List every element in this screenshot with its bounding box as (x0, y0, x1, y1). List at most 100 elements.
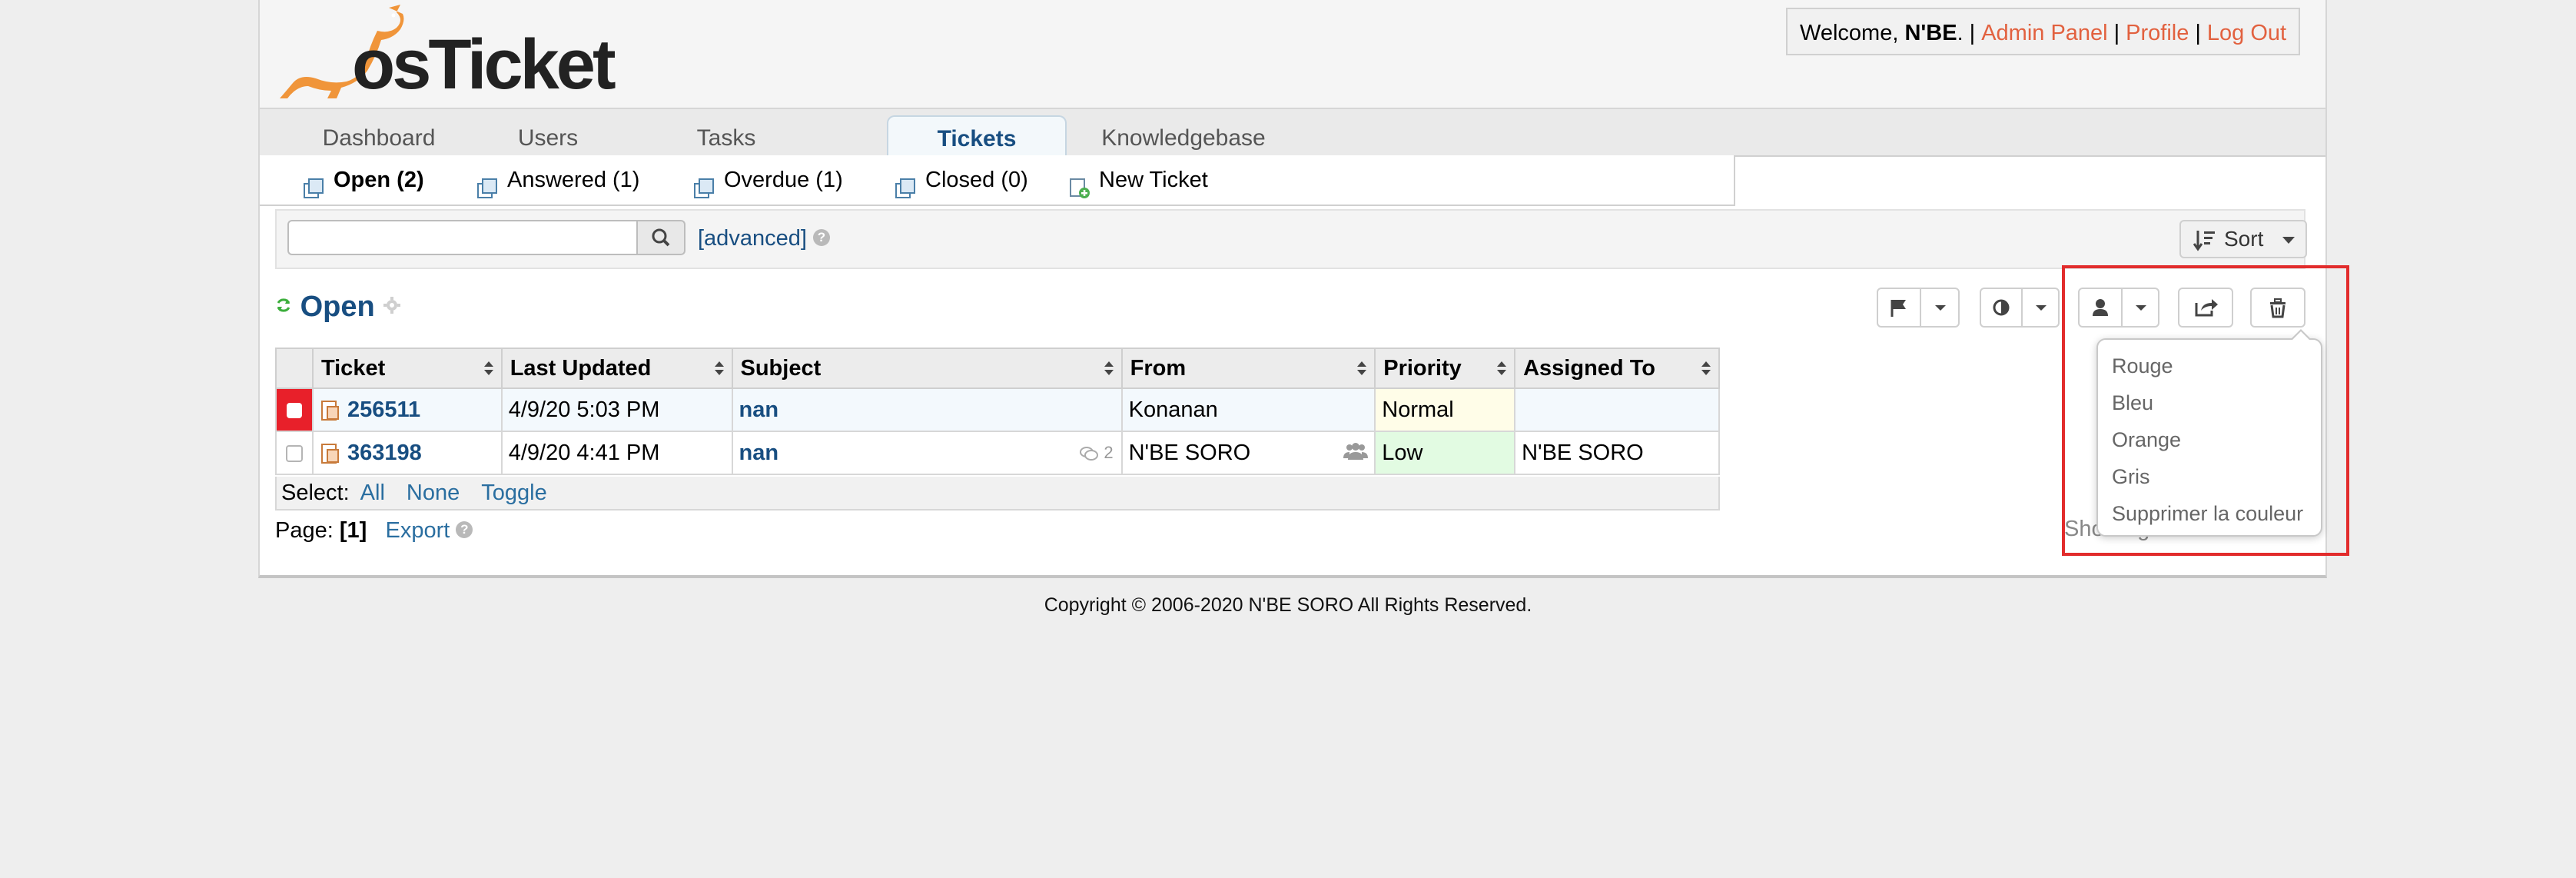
caret-down-icon (2282, 237, 2295, 244)
osticket-logo[interactable]: osTicket (274, 0, 616, 104)
subtab-overdue[interactable]: Overdue (1) (693, 155, 843, 205)
column-header-subject[interactable]: Subject (731, 348, 1123, 389)
column-header-from[interactable]: From (1120, 348, 1376, 389)
help-icon[interactable]: ? (812, 229, 830, 247)
column-label: Last Updated (510, 355, 652, 381)
advanced-label: [advanced] (698, 226, 807, 251)
sort-icon (2193, 231, 2215, 251)
flag-icon (1891, 300, 1906, 317)
row-checkbox[interactable] (286, 402, 302, 418)
subject-cell[interactable]: nan (731, 387, 1123, 432)
tab-dashboard[interactable]: Dashboard (290, 120, 467, 157)
column-label: From (1130, 355, 1187, 381)
search-button[interactable] (636, 220, 685, 255)
table-row[interactable]: 256511 4/9/20 5:03 PM nan Konanan Normal (275, 387, 1720, 432)
column-header-ticket[interactable]: Ticket (311, 348, 503, 389)
current-page[interactable]: [1] (340, 518, 367, 543)
subtab-answered[interactable]: Answered (1) (476, 155, 639, 205)
thread-count-value: 2 (1104, 443, 1114, 462)
search-input[interactable] (287, 220, 636, 255)
caret-down-icon (1935, 305, 1946, 311)
logout-link[interactable]: Log Out (2207, 21, 2286, 45)
tab-users[interactable]: Users (483, 120, 613, 157)
gear-icon[interactable] (383, 296, 401, 314)
sort-arrows-icon (714, 361, 724, 375)
export-link[interactable]: Export (385, 518, 450, 543)
logo-text: osTicket (352, 25, 616, 104)
tab-tasks[interactable]: Tasks (661, 120, 792, 157)
subtab-closed[interactable]: Closed (0) (895, 155, 1028, 205)
column-label: Ticket (320, 355, 386, 381)
contrast-icon (1993, 299, 2010, 316)
flag-button[interactable] (1877, 288, 1960, 328)
select-toggle-link[interactable]: Toggle (481, 481, 546, 505)
select-all-link[interactable]: All (360, 481, 385, 505)
tab-knowledgebase[interactable]: Knowledgebase (1091, 120, 1276, 157)
table-header-row: Ticket Last Updated Subject From Priorit… (275, 348, 1720, 389)
column-label: Subject (740, 355, 822, 381)
help-icon[interactable]: ? (456, 521, 473, 539)
column-header-priority[interactable]: Priority (1374, 348, 1516, 389)
row-select-cell[interactable] (275, 387, 314, 432)
footer-copyright: Copyright © 2006-2020 N'BE SORO All Righ… (1044, 594, 1532, 616)
priority-cell: Low (1374, 431, 1516, 475)
subtab-new-ticket[interactable]: New Ticket (1068, 155, 1208, 205)
users-group-icon (1343, 443, 1369, 460)
user-info-bar: Welcome, N'BE. | Admin Panel | Profile | Log O… (1786, 8, 2301, 55)
page-label: Page: (275, 518, 334, 543)
subtab-answered-label: Answered (1) (507, 168, 640, 192)
new-ticket-icon (1068, 168, 1091, 199)
ticket-number-link[interactable]: 256511 (347, 397, 420, 422)
assigned-to-cell (1514, 387, 1720, 432)
column-header-assigned-to[interactable]: Assigned To (1514, 348, 1720, 389)
refresh-icon[interactable] (275, 297, 292, 314)
from-cell: N'BE SORO (1120, 431, 1376, 475)
caret-down-icon (2036, 305, 2047, 311)
priority-cell: Normal (1374, 387, 1516, 432)
header: osTicket Welcome, N'BE. | Admin Panel | Prof… (260, 0, 2325, 108)
column-label: Assigned To (1523, 355, 1655, 381)
subnav-divider (1735, 155, 2325, 157)
sort-arrows-icon (1104, 361, 1114, 375)
tickets-icon (303, 168, 326, 199)
sort-label: Sort (2224, 227, 2264, 251)
subtab-closed-label: Closed (0) (925, 168, 1028, 192)
queue-title: Open (275, 288, 401, 326)
tickets-icon (895, 168, 918, 199)
last-updated-cell: 4/9/20 5:03 PM (500, 387, 733, 432)
welcome-prefix: Welcome, (1800, 21, 1905, 45)
select-column-header (275, 348, 314, 389)
tickets-table: Ticket Last Updated Subject From Priorit… (275, 348, 1720, 475)
sort-arrows-icon (1497, 361, 1507, 375)
advanced-search-link[interactable]: [advanced]? (698, 223, 830, 254)
column-header-last-updated[interactable]: Last Updated (500, 348, 733, 389)
sort-button[interactable]: Sort (2179, 220, 2307, 258)
row-checkbox[interactable] (285, 444, 303, 462)
queue-title-text[interactable]: Open (300, 291, 375, 323)
ticket-icon (320, 400, 339, 421)
admin-panel-link[interactable]: Admin Panel (1981, 21, 2107, 45)
ticket-number-cell[interactable]: 363198 (311, 431, 503, 475)
tab-tickets[interactable]: Tickets (887, 115, 1067, 158)
sort-arrows-icon (1357, 361, 1367, 375)
ticket-icon (320, 443, 339, 464)
ticket-subnav: Open (2) Answered (1) Overdue (1) Closed… (260, 155, 1735, 206)
row-select-cell[interactable] (275, 431, 314, 475)
sort-arrows-icon (1701, 361, 1711, 375)
subject-link[interactable]: nan (739, 441, 779, 465)
select-options: Select: All None Toggle (275, 477, 1720, 511)
profile-link[interactable]: Profile (2126, 21, 2189, 45)
sort-arrows-icon (483, 361, 493, 375)
subject-cell[interactable]: nan 2 (731, 431, 1123, 475)
color-button[interactable] (1980, 288, 2060, 328)
select-none-link[interactable]: None (407, 481, 460, 505)
ticket-number-cell[interactable]: 256511 (311, 387, 503, 432)
ticket-number-link[interactable]: 363198 (347, 441, 422, 465)
subject-link[interactable]: nan (739, 397, 779, 422)
subtab-open[interactable]: Open (2) (303, 155, 424, 205)
table-row[interactable]: 363198 4/9/20 4:41 PM nan 2 N'BE SORO Lo… (275, 431, 1720, 475)
last-updated-cell: 4/9/20 4:41 PM (500, 431, 733, 475)
welcome-suffix: . (1957, 21, 1964, 45)
search-bar: [advanced]? Sort (275, 209, 2307, 269)
from-name: N'BE SORO (1128, 440, 1251, 465)
